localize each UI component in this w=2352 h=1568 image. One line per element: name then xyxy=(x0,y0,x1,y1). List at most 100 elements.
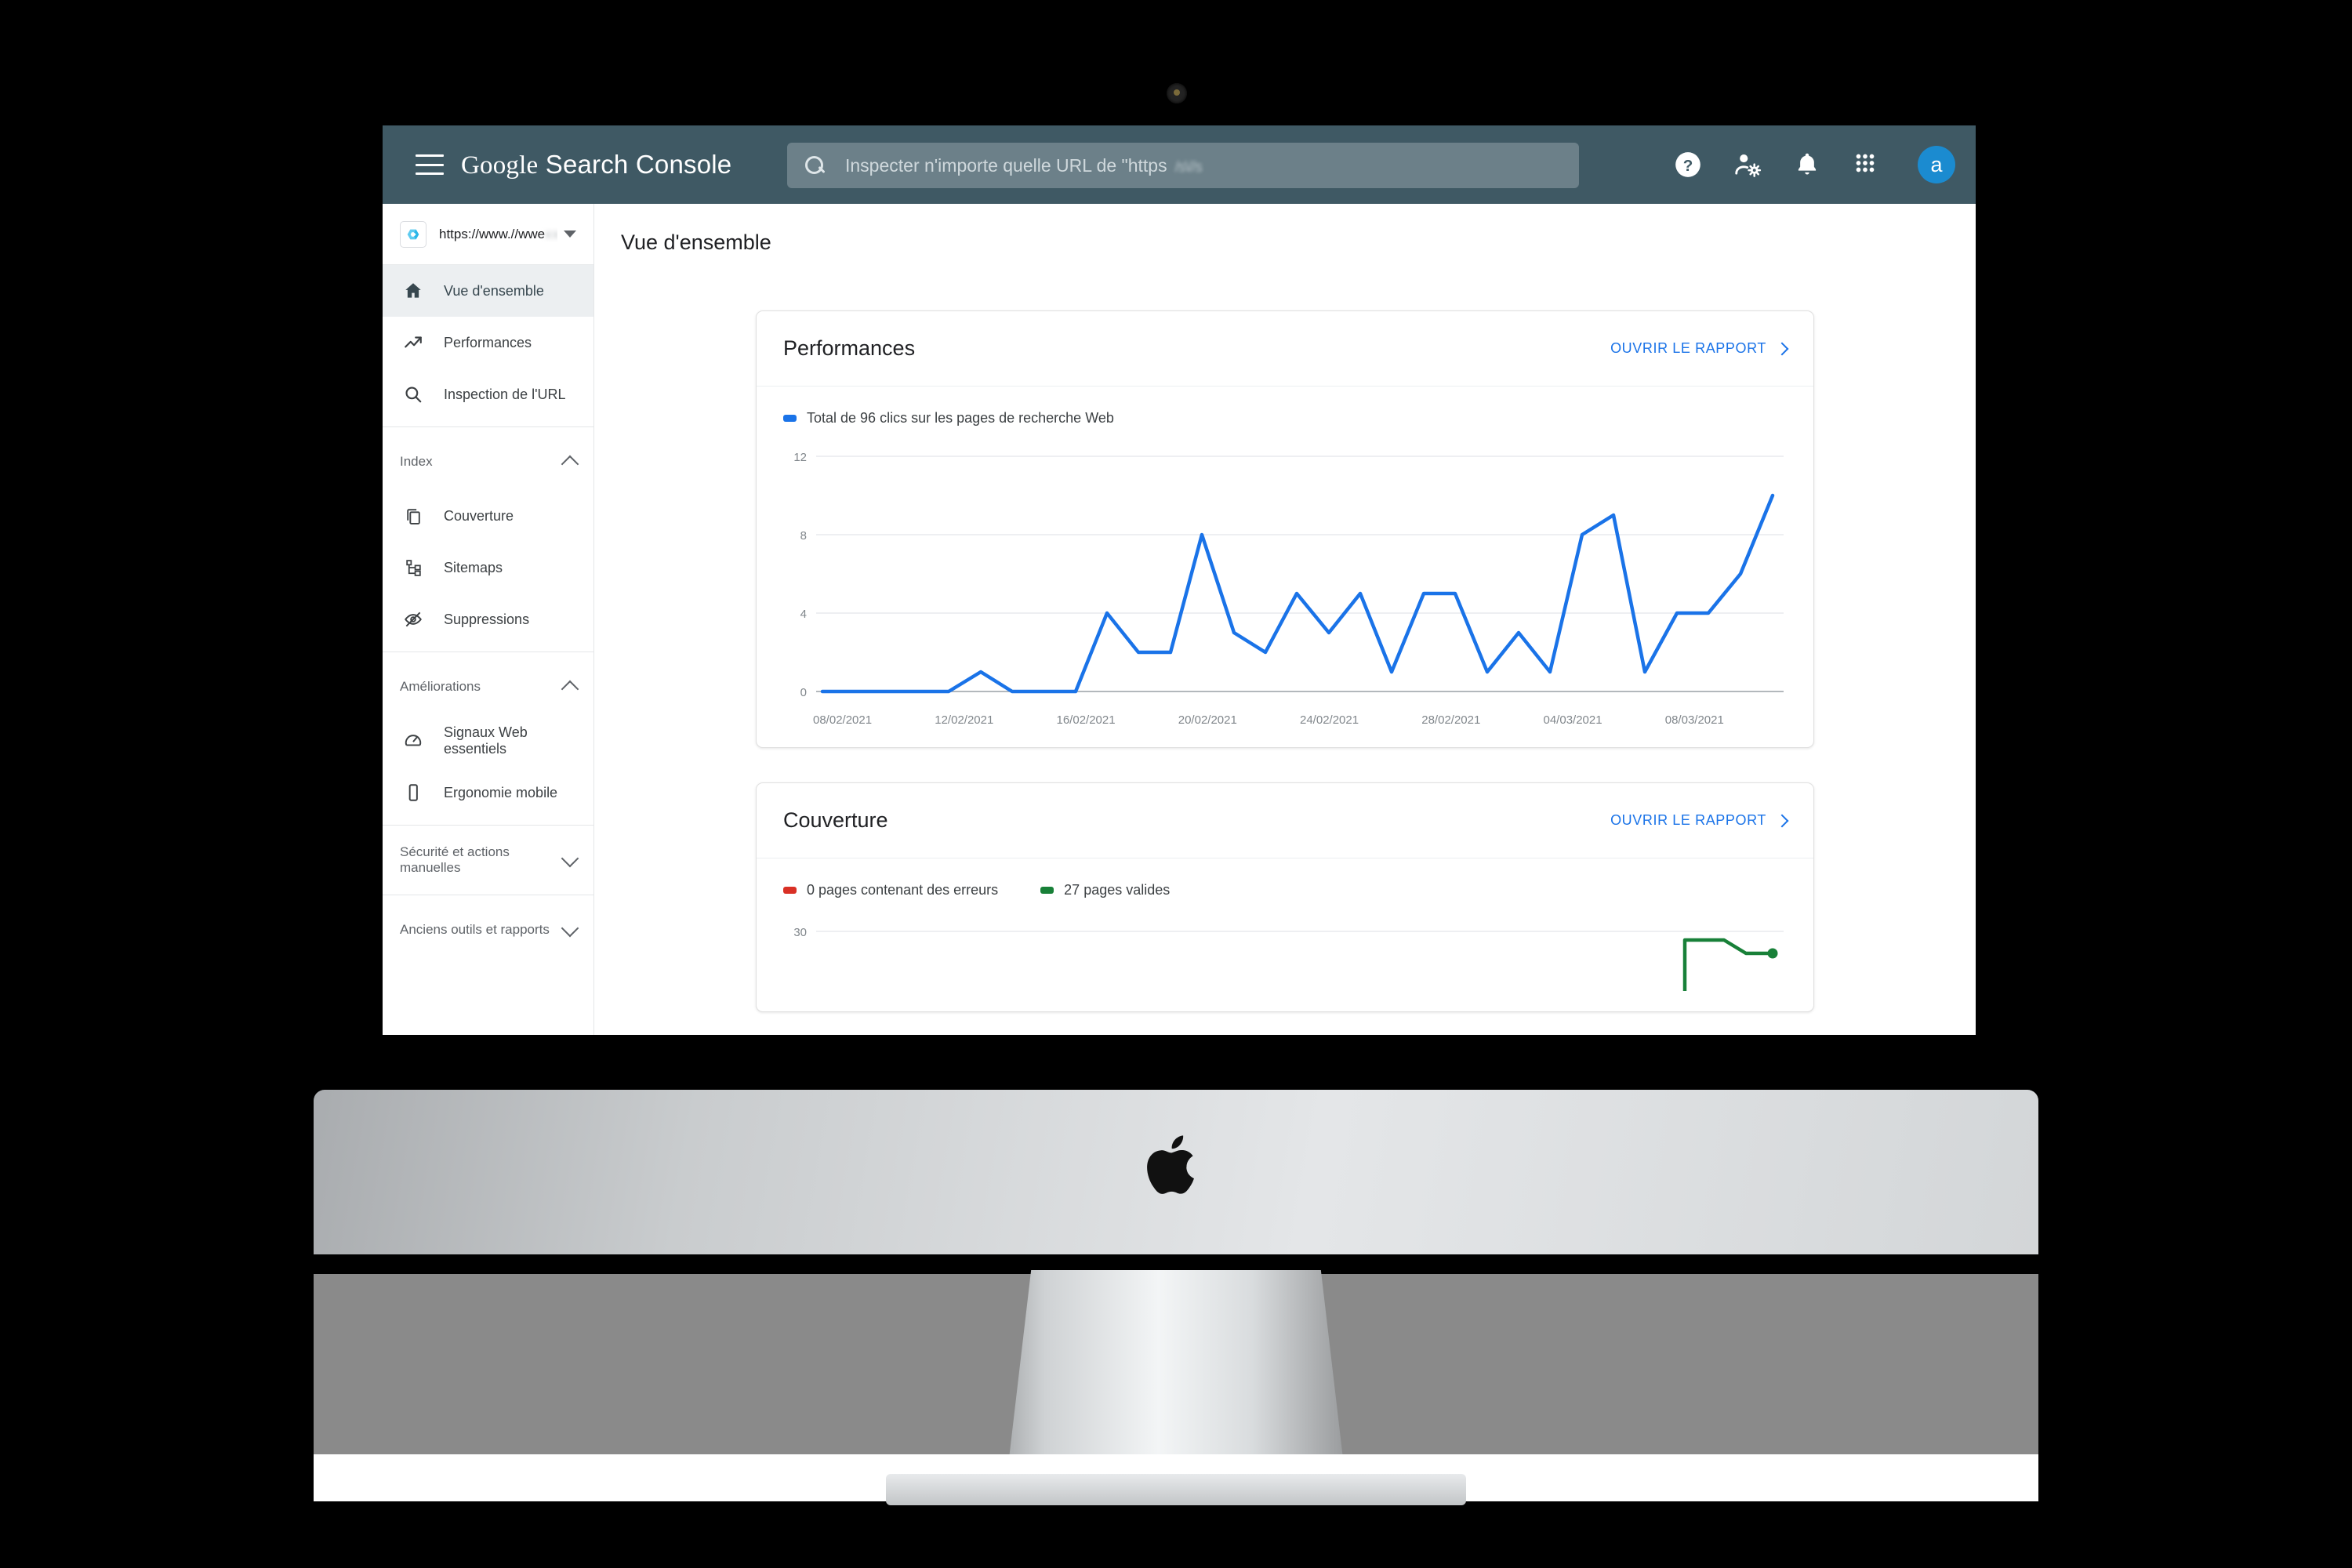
main-content: Vue d'ensemble Performances OUVRIR LE RA… xyxy=(594,204,1976,1035)
sidebar-item-suppressions[interactable]: Suppressions xyxy=(383,593,593,645)
chevron-right-icon xyxy=(1775,814,1789,827)
sidebar-group-label: Index xyxy=(400,454,433,469)
x-tick-label: 24/02/2021 xyxy=(1300,713,1359,727)
couverture-chart-svg: 30 xyxy=(793,926,1784,991)
x-tick-label: 04/03/2021 xyxy=(1543,713,1602,727)
hamburger-menu-icon[interactable] xyxy=(416,154,444,175)
sidebar-group-index[interactable]: Index xyxy=(383,434,593,490)
sidebar-item-label: Signaux Web essentiels xyxy=(444,724,528,757)
sidebar-item-performances[interactable]: Performances xyxy=(383,317,593,368)
performances-x-axis: 08/02/2021 12/02/2021 16/02/2021 20/02/2… xyxy=(783,713,1787,727)
page-title: Vue d'ensemble xyxy=(594,204,1976,281)
performances-line-chart: 12 8 4 0 xyxy=(783,447,1787,706)
svg-text:4: 4 xyxy=(800,608,807,621)
legend-label: Total de 96 clics sur les pages de reche… xyxy=(807,410,1114,426)
x-tick-label: 12/02/2021 xyxy=(935,713,994,727)
mobile-phone-icon xyxy=(400,779,426,806)
svg-text:?: ? xyxy=(1683,157,1693,175)
sidebar-item-vue-densemble[interactable]: Vue d'ensemble xyxy=(383,265,593,317)
search-icon xyxy=(400,381,426,408)
property-url: https://www.//wwexxxxxxx xyxy=(439,227,557,242)
x-tick-label: 28/02/2021 xyxy=(1421,713,1481,727)
svg-text:0: 0 xyxy=(800,686,807,699)
sidebar-item-label: Vue d'ensemble xyxy=(444,282,544,299)
speedometer-icon xyxy=(400,728,426,754)
sidebar-item-signaux-web-essentiels[interactable]: Signaux Web essentiels xyxy=(383,715,593,767)
couverture-line-chart: 30 xyxy=(783,919,1787,991)
user-settings-icon[interactable] xyxy=(1733,150,1762,180)
x-tick-label: 08/02/2021 xyxy=(813,713,873,727)
app-body: https://www.//wwexxxxxxx Vue d'ensemble … xyxy=(383,204,1976,1035)
svg-text:8: 8 xyxy=(800,529,807,543)
notifications-bell-icon[interactable] xyxy=(1792,150,1822,180)
eye-off-icon xyxy=(400,606,426,633)
performances-card-title: Performances xyxy=(783,336,916,360)
sidebar-item-sitemaps[interactable]: Sitemaps xyxy=(383,542,593,593)
performances-card-body: Total de 96 clics sur les pages de reche… xyxy=(757,387,1813,747)
performances-card: Performances OUVRIR LE RAPPORT Total de … xyxy=(756,310,1814,748)
sidebar-item-ergonomie-mobile[interactable]: Ergonomie mobile xyxy=(383,767,593,818)
brand-google-text: Google xyxy=(461,151,539,180)
search-icon xyxy=(804,155,825,176)
svg-text:12: 12 xyxy=(793,451,807,464)
overview-cards: Performances OUVRIR LE RAPPORT Total de … xyxy=(594,281,1976,1035)
sidebar-item-couverture[interactable]: Couverture xyxy=(383,490,593,542)
legend-swatch-green xyxy=(1040,887,1054,894)
property-url-redacted: xxxxxxx xyxy=(545,226,557,241)
sidebar-group-securite[interactable]: Sécurité et actions manuelles xyxy=(383,832,593,888)
imac-stand-base xyxy=(886,1474,1466,1505)
property-selector[interactable]: https://www.//wwexxxxxxx xyxy=(383,204,593,265)
sidebar-group-label: Anciens outils et rapports xyxy=(400,922,550,937)
x-tick-label: 08/03/2021 xyxy=(1664,713,1724,727)
help-icon[interactable]: ? xyxy=(1673,150,1703,180)
brand-rest-text: Search Console xyxy=(538,149,732,179)
chevron-right-icon xyxy=(1775,342,1789,355)
sidebar-item-label: Sitemaps xyxy=(444,559,503,575)
url-inspection-search-input[interactable]: Inspecter n'importe quelle URL de "https… xyxy=(787,143,1579,188)
avatar-initial: a xyxy=(1930,152,1943,176)
couverture-card-header: Couverture OUVRIR LE RAPPORT xyxy=(757,783,1813,858)
chevron-up-icon xyxy=(561,455,579,473)
chevron-down-icon[interactable] xyxy=(564,230,576,238)
legend-label: 27 pages valides xyxy=(1064,882,1171,898)
app-top-bar: Google Search Console Inspecter n'import… xyxy=(383,125,1976,204)
browser-viewport: Google Search Console Inspecter n'import… xyxy=(383,125,1976,1035)
performances-chart-svg: 12 8 4 0 xyxy=(793,451,1784,699)
sidebar-item-label: Suppressions xyxy=(444,611,530,627)
sidebar: https://www.//wwexxxxxxx Vue d'ensemble … xyxy=(383,204,594,1035)
legend-item-valid[interactable]: 27 pages valides xyxy=(1040,882,1170,898)
legend-item-errors[interactable]: 0 pages contenant des erreurs xyxy=(783,882,998,898)
couverture-card-title: Couverture xyxy=(783,808,888,832)
sidebar-group-anciens-outils[interactable]: Anciens outils et rapports xyxy=(383,902,593,958)
pages-copy-icon xyxy=(400,503,426,529)
couverture-open-report-link[interactable]: OUVRIR LE RAPPORT xyxy=(1610,812,1789,829)
trending-up-icon xyxy=(400,329,426,356)
sidebar-item-label: Inspection de l'URL xyxy=(444,386,566,402)
sitemap-icon xyxy=(400,554,426,581)
sidebar-group-ameliorations[interactable]: Améliorations xyxy=(383,659,593,715)
avatar[interactable]: a xyxy=(1918,146,1955,183)
apps-grid-icon[interactable] xyxy=(1852,150,1882,180)
x-tick-label: 20/02/2021 xyxy=(1178,713,1237,727)
x-tick-label: 16/02/2021 xyxy=(1056,713,1116,727)
chevron-up-icon xyxy=(561,680,579,698)
search-placeholder: Inspecter n'importe quelle URL de "https… xyxy=(845,154,1203,176)
search-redacted-text: /s\//s xyxy=(1174,158,1203,176)
home-icon xyxy=(400,278,426,304)
top-bar-icon-group: ? a xyxy=(1673,125,1955,204)
sidebar-item-inspection-url[interactable]: Inspection de l'URL xyxy=(383,368,593,420)
sidebar-divider xyxy=(383,825,593,826)
sidebar-item-label: Performances xyxy=(444,334,532,350)
performances-open-report-link[interactable]: OUVRIR LE RAPPORT xyxy=(1610,340,1789,357)
legend-item-clicks[interactable]: Total de 96 clics sur les pages de reche… xyxy=(783,410,1114,426)
couverture-card-body: 0 pages contenant des erreurs 27 pages v… xyxy=(757,858,1813,1011)
performances-legend: Total de 96 clics sur les pages de reche… xyxy=(783,410,1787,426)
legend-label: 0 pages contenant des erreurs xyxy=(807,882,999,898)
sidebar-item-label: Couverture xyxy=(444,507,514,524)
couverture-legend: 0 pages contenant des erreurs 27 pages v… xyxy=(783,882,1787,898)
apple-logo-icon xyxy=(1146,1129,1206,1201)
legend-swatch-blue xyxy=(783,415,797,422)
app-brand: Google Search Console xyxy=(461,150,731,180)
legend-swatch-red xyxy=(783,887,797,894)
couverture-open-report-label: OUVRIR LE RAPPORT xyxy=(1610,812,1766,828)
